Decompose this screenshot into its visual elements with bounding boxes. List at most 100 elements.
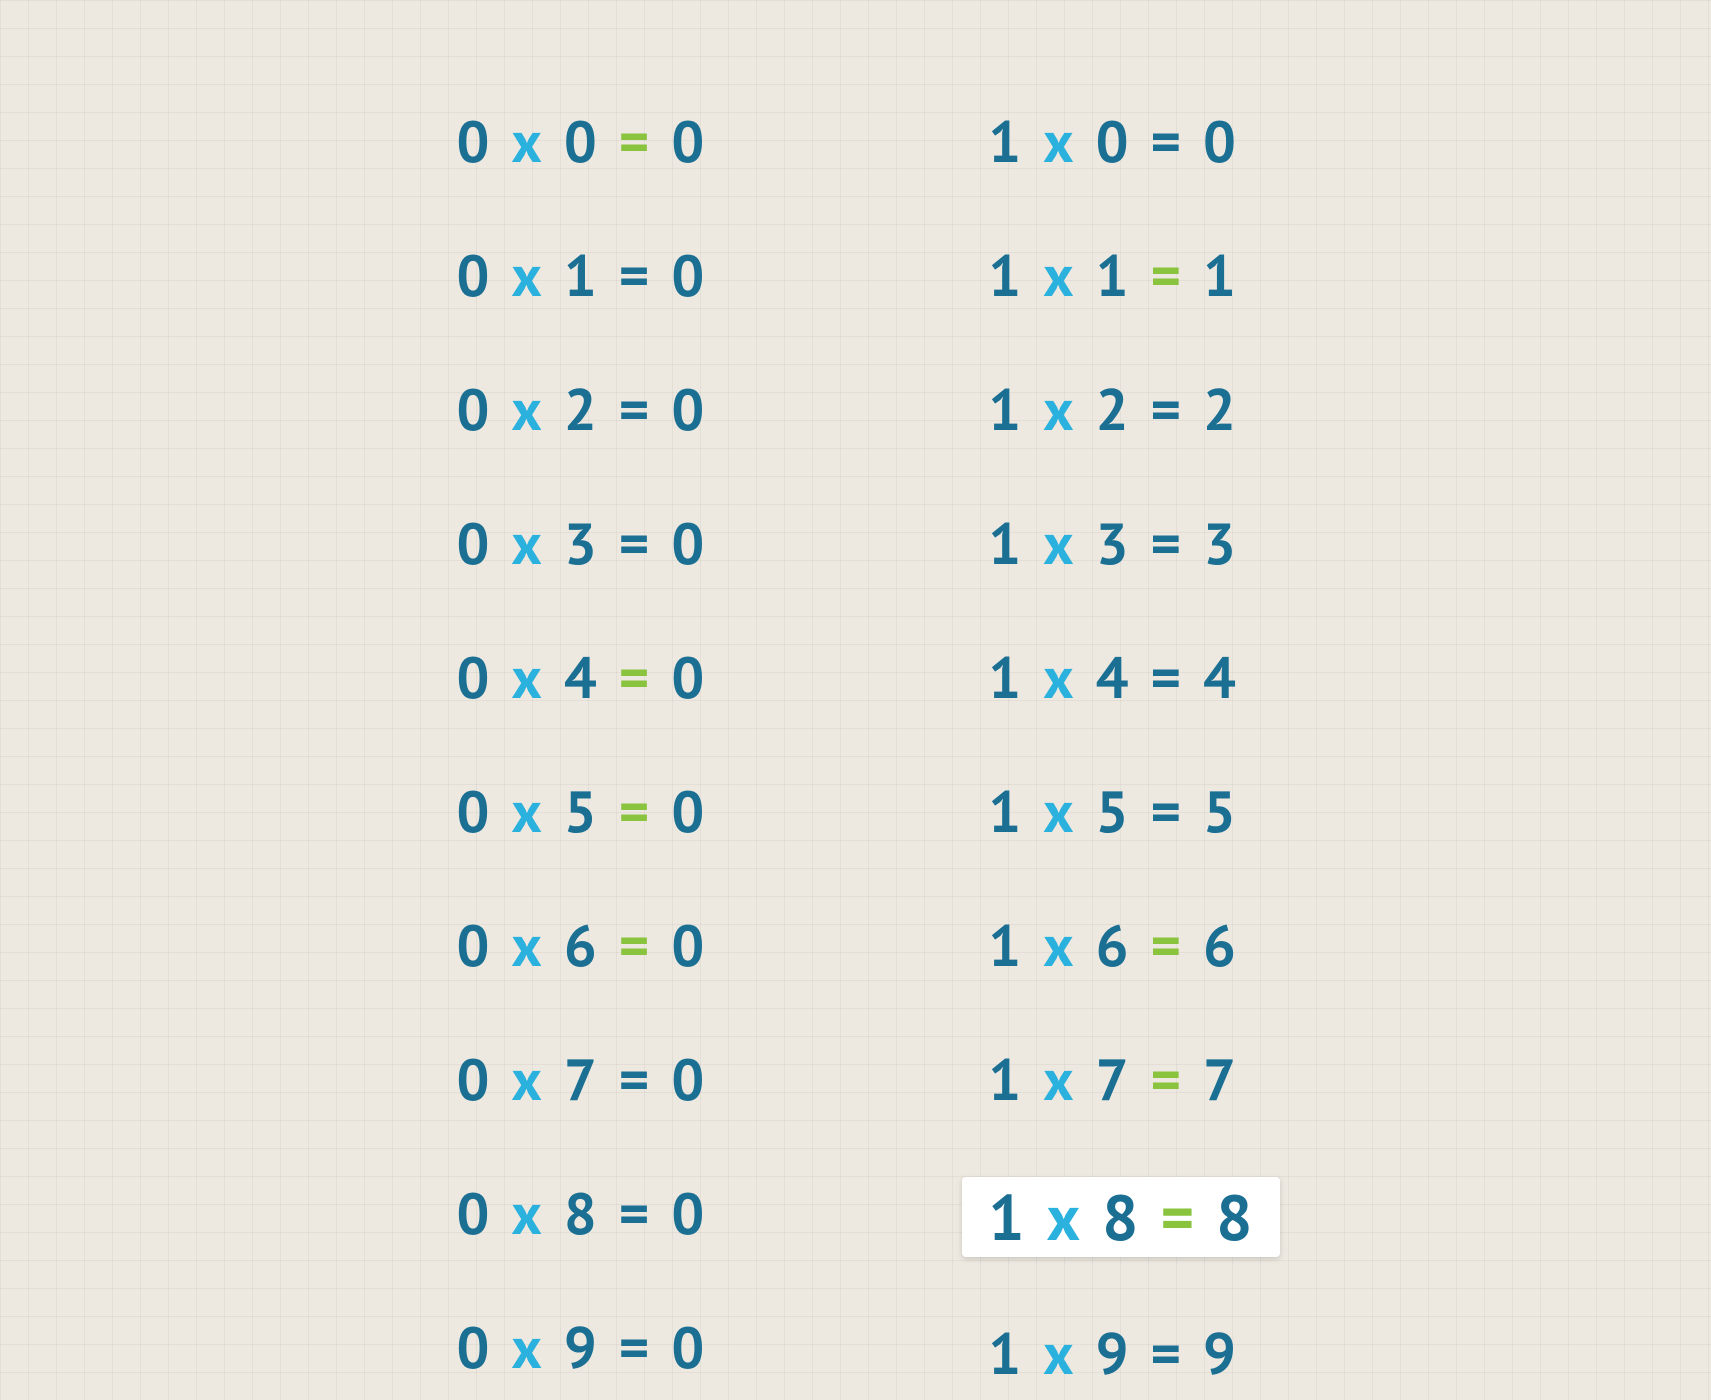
equals-icon: = (609, 1319, 662, 1377)
equation-row: 1 x 0 = 0 (962, 105, 1264, 179)
times-icon: x (1033, 1051, 1085, 1109)
result: 0 (661, 381, 716, 439)
result: 0 (661, 113, 716, 171)
equation-row: 1 x 5 = 5 (962, 775, 1264, 849)
times-icon: x (1033, 247, 1085, 305)
result: 0 (661, 1319, 716, 1377)
result: 8 (1206, 1185, 1264, 1249)
operand-b: 0 (554, 113, 609, 171)
times-icon: x (501, 381, 553, 439)
equation-row: 0 x 8 = 0 (431, 1177, 733, 1251)
equation-row: 0 x 1 = 0 (431, 239, 733, 313)
operand-a: 1 (978, 381, 1033, 439)
equals-icon: = (609, 783, 662, 841)
operand-b: 1 (554, 247, 609, 305)
operand-a: 1 (978, 113, 1033, 171)
equals-icon: = (609, 649, 662, 707)
operand-b: 4 (554, 649, 609, 707)
equation-row: 0 x 7 = 0 (431, 1043, 733, 1117)
result: 5 (1193, 783, 1248, 841)
equation-row: 1 x 3 = 3 (962, 507, 1264, 581)
times-icon: x (1033, 515, 1085, 573)
equals-icon: = (1140, 1051, 1193, 1109)
equals-icon: = (1140, 783, 1193, 841)
equation-row: 0 x 3 = 0 (431, 507, 733, 581)
result: 0 (661, 1185, 716, 1243)
times-icon: x (1033, 649, 1085, 707)
equation-row: 0 x 2 = 0 (431, 373, 733, 447)
operand-b: 6 (1086, 917, 1141, 975)
times-icon: x (501, 917, 553, 975)
operand-b: 2 (554, 381, 609, 439)
operand-b: 8 (1092, 1185, 1150, 1249)
equation-row: 1 x 2 = 2 (962, 373, 1264, 447)
operand-b: 2 (1086, 381, 1141, 439)
operand-b: 5 (1086, 783, 1141, 841)
operand-a: 0 (447, 515, 502, 573)
result: 1 (1193, 247, 1248, 305)
times-icon: x (1033, 783, 1085, 841)
column-0: 0 x 0 = 0 0 x 1 = 0 0 x 2 = 0 0 x 3 = 0 (431, 105, 733, 1391)
equation-row: 0 x 6 = 0 (431, 909, 733, 983)
times-icon: x (1033, 113, 1085, 171)
times-icon: x (501, 247, 553, 305)
operand-a: 0 (447, 1051, 502, 1109)
equation-row: 0 x 9 = 0 (431, 1311, 733, 1385)
times-icon: x (501, 783, 553, 841)
operand-b: 3 (554, 515, 609, 573)
operand-a: 1 (978, 783, 1033, 841)
result: 7 (1193, 1051, 1248, 1109)
operand-b: 4 (1086, 649, 1141, 707)
operand-b: 9 (554, 1319, 609, 1377)
equals-icon: = (609, 247, 662, 305)
result: 6 (1193, 917, 1248, 975)
result: 0 (661, 783, 716, 841)
result: 0 (1193, 113, 1248, 171)
operand-b: 9 (1086, 1325, 1141, 1383)
operand-a: 1 (978, 1325, 1033, 1383)
operand-a: 0 (447, 381, 502, 439)
operand-b: 1 (1086, 247, 1141, 305)
times-icon: x (1037, 1185, 1093, 1249)
equals-icon: = (609, 917, 662, 975)
equals-icon: = (609, 113, 662, 171)
result: 0 (661, 917, 716, 975)
equals-icon: = (609, 515, 662, 573)
equals-icon: = (1140, 113, 1193, 171)
times-icon: x (501, 1319, 553, 1377)
operand-a: 1 (978, 515, 1033, 573)
times-icon: x (1033, 917, 1085, 975)
equals-icon: = (1140, 247, 1193, 305)
operand-a: 0 (447, 113, 502, 171)
operand-a: 1 (978, 247, 1033, 305)
times-icon: x (501, 1051, 553, 1109)
equals-icon: = (1140, 1325, 1193, 1383)
equals-icon: = (1140, 649, 1193, 707)
result: 2 (1193, 381, 1248, 439)
equals-icon: = (1150, 1185, 1206, 1249)
operand-a: 0 (447, 917, 502, 975)
equals-icon: = (609, 1185, 662, 1243)
operand-b: 7 (1086, 1051, 1141, 1109)
equals-icon: = (1140, 381, 1193, 439)
equation-row: 0 x 0 = 0 (431, 105, 733, 179)
operand-a: 0 (447, 1319, 502, 1377)
equation-row: 1 x 9 = 9 (962, 1317, 1264, 1391)
equation-row: 1 x 8 = 8 (962, 1177, 1280, 1257)
times-icon: x (501, 113, 553, 171)
result: 0 (661, 515, 716, 573)
equation-row: 0 x 4 = 0 (431, 641, 733, 715)
equation-row: 1 x 4 = 4 (962, 641, 1264, 715)
column-1: 1 x 0 = 0 1 x 1 = 1 1 x 2 = 2 1 x 3 = 3 (962, 105, 1280, 1391)
equation-row: 1 x 1 = 1 (962, 239, 1264, 313)
operand-a: 0 (447, 1185, 502, 1243)
operand-b: 6 (554, 917, 609, 975)
equation-row: 1 x 7 = 7 (962, 1043, 1264, 1117)
times-icon: x (501, 515, 553, 573)
operand-b: 0 (1086, 113, 1141, 171)
times-table-columns: 0 x 0 = 0 0 x 1 = 0 0 x 2 = 0 0 x 3 = 0 (0, 0, 1711, 1391)
result: 0 (661, 247, 716, 305)
result: 0 (661, 649, 716, 707)
times-icon: x (501, 649, 553, 707)
operand-b: 3 (1086, 515, 1141, 573)
